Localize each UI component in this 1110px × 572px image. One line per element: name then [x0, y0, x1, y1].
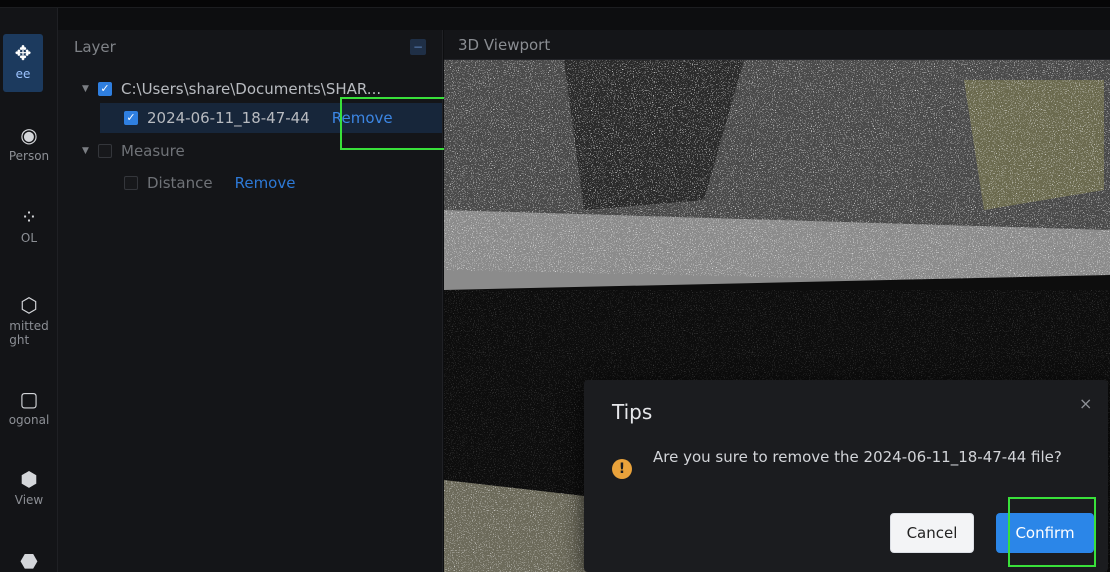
tool-rail: ✥ ee ◉ Person ⁘ OL ⬡ mitted ght ▢ ogonal… — [0, 8, 58, 572]
tool-more[interactable]: ⬣ — [0, 550, 58, 572]
viewport-header: 3D Viewport — [444, 30, 1110, 60]
person-view-icon: ◉ — [20, 123, 38, 147]
tool-label: ogonal — [8, 413, 50, 427]
distance-label: Distance — [147, 174, 213, 192]
tool-label: View — [14, 493, 44, 507]
free-view-icon: ✥ — [14, 41, 32, 65]
dialog-title: Tips — [612, 400, 653, 424]
tree-node-measure[interactable]: ▼ Measure — [82, 136, 442, 166]
tree-node-distance[interactable]: Distance Remove — [124, 168, 442, 198]
root-checkbox[interactable]: ✓ — [98, 82, 112, 96]
dialog-message: Are you sure to remove the 2024-06-11_18… — [653, 448, 1062, 466]
cloud-grain-top — [444, 60, 1110, 285]
file-checkbox[interactable]: ✓ — [124, 111, 138, 125]
tool-limited-height[interactable]: ⬡ mitted ght — [0, 294, 58, 347]
remove-distance-link[interactable]: Remove — [235, 174, 296, 192]
tool-orthogonal[interactable]: ▢ ogonal — [0, 388, 58, 427]
tool-person[interactable]: ◉ Person — [0, 124, 58, 163]
app-window: ✥ ee ◉ Person ⁘ OL ⬡ mitted ght ▢ ogonal… — [0, 0, 1110, 572]
lod-icon: ⁘ — [20, 205, 38, 229]
tool-label: mitted ght — [9, 319, 49, 347]
tool-label: ee — [15, 67, 31, 81]
view-cube-icon: ⬢ — [20, 467, 38, 491]
root-path-label: C:\Users\share\Documents\SHAR... — [121, 80, 382, 98]
measure-label: Measure — [121, 142, 185, 160]
warning-icon: ! — [612, 459, 632, 479]
layer-panel-header: Layer − — [58, 33, 443, 61]
file-label: 2024-06-11_18-47-44 — [147, 109, 310, 127]
orthogonal-icon: ▢ — [19, 387, 39, 411]
tool-label: Person — [8, 149, 50, 163]
tool-label: OL — [20, 231, 38, 245]
cancel-button[interactable]: Cancel — [890, 513, 974, 553]
tool-free[interactable]: ✥ ee — [3, 34, 43, 92]
close-icon[interactable]: × — [1079, 394, 1092, 413]
distance-checkbox[interactable] — [124, 176, 138, 190]
viewport-title: 3D Viewport — [458, 36, 551, 54]
layer-panel-title: Layer — [74, 38, 116, 56]
more-tool-icon: ⬣ — [20, 549, 38, 572]
collapse-panel-button[interactable]: − — [410, 39, 426, 55]
tool-view[interactable]: ⬢ View — [0, 468, 58, 507]
confirm-highlight-box — [1008, 497, 1096, 567]
caret-down-icon[interactable]: ▼ — [82, 146, 98, 156]
tool-lod[interactable]: ⁘ OL — [0, 206, 58, 245]
caret-down-icon[interactable]: ▼ — [82, 84, 98, 94]
limited-height-icon: ⬡ — [20, 293, 38, 317]
measure-checkbox[interactable] — [98, 144, 112, 158]
top-bar — [0, 0, 1110, 8]
